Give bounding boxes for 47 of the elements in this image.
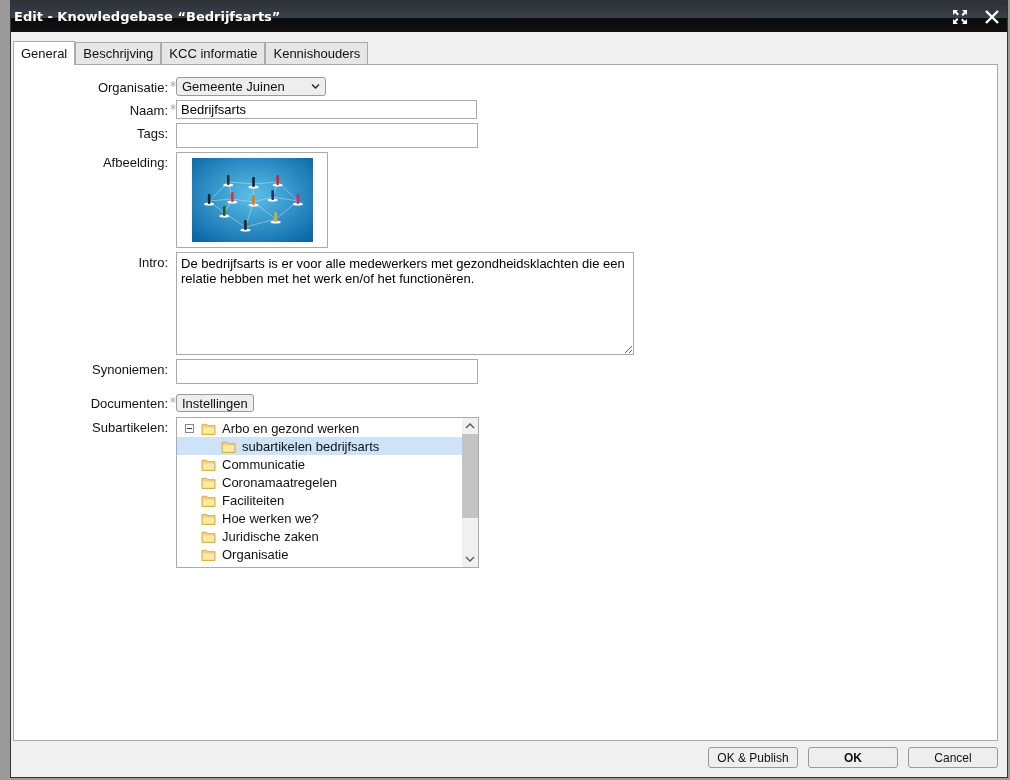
- text-area[interactable]: De bedrijfsarts is er voor alle medewerkers met gezondheidsklachten die een relatie hebben met het werk en/of het functionëren.: [176, 252, 634, 355]
- close-icon[interactable]: [985, 9, 999, 24]
- tree-list[interactable]: Arbo en gezond werken subartikelen bedrijfsarts Communicatie Coronamaatregelen Faciliteiten Hoe werken we? Juridische zaken Organisatie: [176, 417, 479, 568]
- scroll-thumb[interactable]: [462, 434, 478, 518]
- folder-icon: [201, 493, 216, 507]
- maximize-icon[interactable]: [953, 9, 967, 24]
- field-label: Afbeelding:: [102, 155, 168, 170]
- dropdown[interactable]: Gemeente Juinen: [176, 77, 326, 96]
- dialog-button[interactable]: Cancel: [908, 747, 998, 768]
- folder-icon: [201, 421, 216, 435]
- field-label: Synoniemen:: [92, 362, 168, 377]
- settings-button[interactable]: Instellingen: [176, 394, 254, 412]
- field-label: Documenten:: [90, 396, 168, 411]
- window-title: Edit - Knowledgebase “Bedrijfsarts”: [14, 9, 282, 24]
- tab[interactable]: KCC informatie: [161, 42, 266, 64]
- field-label: Naam:: [129, 103, 168, 118]
- field-label: Organisatie:: [97, 80, 168, 95]
- folder-icon: [201, 457, 216, 471]
- scroll-up-icon: [465, 423, 475, 429]
- tab[interactable]: Kennishouders: [265, 42, 369, 64]
- input-field[interactable]: [176, 359, 478, 384]
- tree-item[interactable]: Juridische zaken: [177, 527, 462, 545]
- tab[interactable]: General: [13, 41, 76, 65]
- scroll-down-icon: [465, 556, 475, 562]
- tree-item[interactable]: Arbo en gezond werken: [177, 419, 462, 437]
- folder-icon: [201, 547, 216, 561]
- folder-icon: [201, 511, 216, 525]
- input-field[interactable]: Bedrijfsarts: [176, 100, 477, 119]
- scrollbar[interactable]: [462, 418, 478, 567]
- field-label: Subartikelen:: [92, 420, 168, 435]
- input-field[interactable]: [176, 123, 478, 148]
- tree-item[interactable]: Faciliteiten: [177, 491, 462, 509]
- field-label: Intro:: [138, 255, 168, 270]
- ok-button[interactable]: OK: [808, 747, 898, 768]
- collapse-icon[interactable]: [185, 423, 194, 433]
- tree-item[interactable]: Coronamaatregelen: [177, 473, 462, 491]
- tree-item[interactable]: subartikelen bedrijfsarts: [177, 437, 462, 455]
- tab[interactable]: Beschrijving: [75, 42, 162, 64]
- folder-icon: [201, 475, 216, 489]
- field-label: Tags:: [136, 126, 168, 141]
- folder-icon: [221, 439, 236, 453]
- caret-icon: [311, 83, 320, 90]
- tree-item[interactable]: Organisatie: [177, 545, 462, 563]
- dialog-button[interactable]: OK & Publish: [708, 747, 798, 768]
- tree-item[interactable]: Hoe werken we?: [177, 509, 462, 527]
- folder-icon: [201, 529, 216, 543]
- tree-item[interactable]: Communicatie: [177, 455, 462, 473]
